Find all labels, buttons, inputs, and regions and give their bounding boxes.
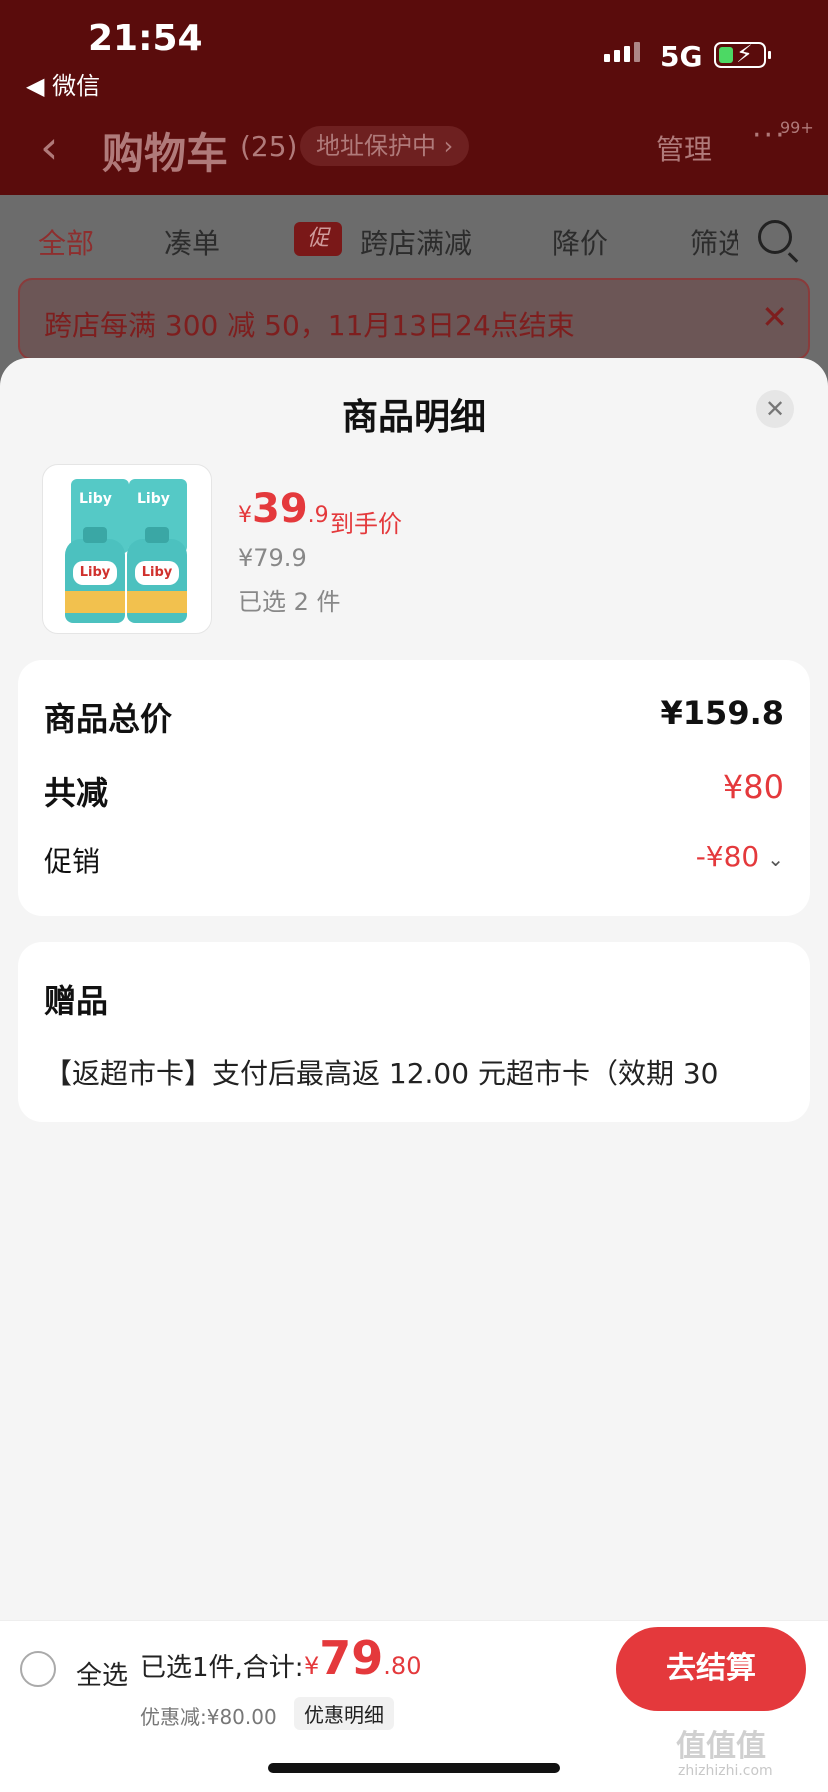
select-all-label[interactable]: 全选 [76,1655,128,1692]
cart-header: 21:54 ◀ 微信 5G ⚡ ‹ 购物车 (25) 地址保护中 › 管理 ··… [0,0,828,195]
checkout-bar: 全选 已选1件,合计: ¥79.80 优惠减:¥80.00 优惠明细 去结算 值… [0,1620,828,1792]
tab-cross-store[interactable]: 跨店满减 [360,222,472,262]
final-price: ¥39.9 [238,486,329,532]
tab-filter[interactable]: 筛选 [690,222,738,262]
address-protect-pill[interactable]: 地址保护中 › [300,126,470,166]
page-title: 购物车 [102,129,229,178]
cart-count: (25) [240,130,298,163]
promo-banner: 跨店每满 300 减 50，11月13日24点结束 ✕ [18,278,810,360]
filter-tabs: 全部 凑单 促 跨店满减 降价 筛选 [0,210,828,264]
tab-all[interactable]: 全部 [38,222,94,262]
checkout-button[interactable]: 去结算 [616,1627,806,1711]
promo-label: 促销 [44,845,101,878]
selected-quantity: 已选 2 件 [238,588,341,616]
watermark-logo: 值值值 [676,1729,766,1764]
tab-price-drop[interactable]: 降价 [552,222,608,262]
promo-row[interactable]: -¥80 ⌄ [696,840,784,873]
bottle-graphic: Liby [127,527,187,623]
promo-banner-text: 跨店每满 300 减 50，11月13日24点结束 [44,309,575,342]
home-indicator[interactable] [268,1763,560,1773]
gift-description: 【返超市卡】支付后最高返 12.00 元超市卡（效期 30 [44,1057,719,1090]
close-icon[interactable]: ✕ [756,390,794,428]
product-detail-sheet: 商品明细 ✕ Liby Liby Liby Liby ¥39.9 到手价 ¥79… [0,358,828,1620]
final-price-tag: 到手价 [330,510,402,538]
back-to-wechat-link[interactable]: ◀ 微信 [26,66,100,101]
discount-amount: 优惠减:¥80.00 [140,1705,277,1729]
signal-icon [604,42,640,62]
back-chevron-icon[interactable]: ‹ [40,120,58,174]
sheet-title: 商品明细 [341,397,486,438]
product-image[interactable]: Liby Liby Liby Liby [42,464,212,634]
discount-label: 共减 [44,774,109,812]
select-all-checkbox[interactable] [20,1651,56,1687]
total-price-label: 商品总价 [44,700,173,738]
discount-value: ¥80 [722,768,784,806]
bottle-graphic: Liby [65,527,125,623]
tab-combine[interactable]: 凑单 [164,222,220,262]
selected-total-label: 已选1件,合计: [140,1653,304,1683]
total-price: ¥79.80 [304,1631,422,1685]
status-time: 21:54 [88,18,203,59]
promo-value: -¥80 [695,840,760,873]
message-badge: 99+ [780,118,814,137]
total-price-value: ¥159.8 [660,694,784,732]
gift-title: 赠品 [44,982,109,1020]
close-icon[interactable]: ✕ [761,298,788,336]
manage-button[interactable]: 管理 [656,128,712,168]
price-summary-card: 商品总价 ¥159.8 共减 ¥80 促销 -¥80 ⌄ [18,660,810,916]
battery-icon: ⚡ [714,40,771,68]
chevron-down-icon[interactable]: ⌄ [767,847,784,871]
network-label: 5G [660,40,703,73]
discount-detail-button[interactable]: 优惠明细 [294,1697,394,1730]
search-icon[interactable] [758,220,792,254]
promo-tag-icon: 促 [294,222,342,256]
watermark-url: zhizhizhi.com [678,1763,773,1779]
gift-card: 赠品 【返超市卡】支付后最高返 12.00 元超市卡（效期 30 [18,942,810,1122]
original-price: ¥79.9 [238,544,307,572]
